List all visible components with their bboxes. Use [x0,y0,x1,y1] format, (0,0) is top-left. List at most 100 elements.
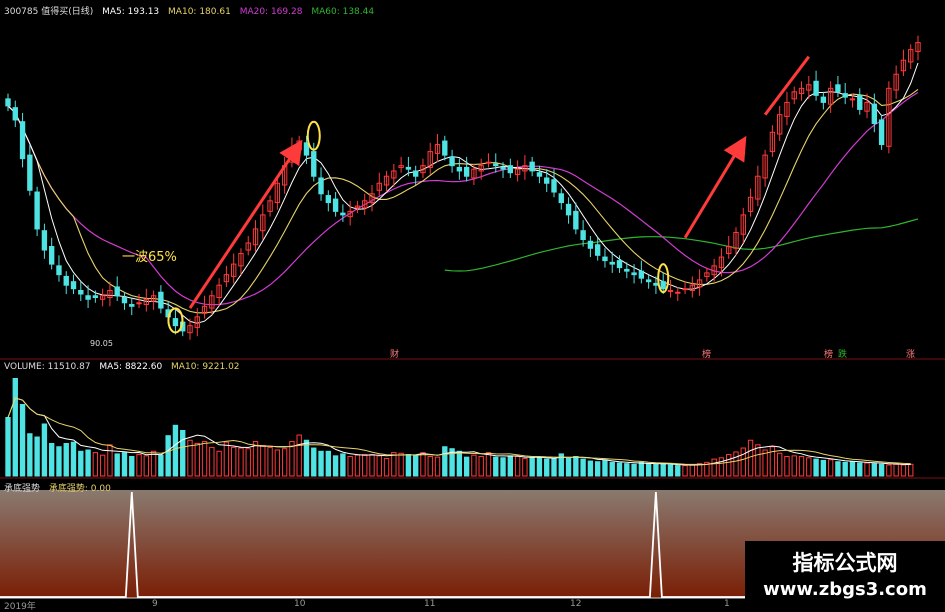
x-axis-label-1: 9 [152,599,158,609]
candle-body [85,295,91,300]
volume-bar [798,456,805,477]
volume-bar [56,446,62,477]
volume-bar [456,450,463,477]
volume-bar [442,446,448,477]
candle-body [136,302,142,305]
candle-body [675,291,681,294]
volume-bar [791,455,797,477]
volume-bar [70,441,77,477]
volume-bar [267,446,273,477]
main-header: 300785 值得买(日线) MA5: 193.13 MA10: 180.61 … [4,4,380,17]
volume-bar [391,452,397,477]
volume-header: VOLUME: 11510.87 MA5: 8822.60 MA10: 9221… [4,362,246,372]
volume-bar [114,453,120,477]
volume-bar [398,452,404,477]
candle-body [412,170,419,177]
volume-bar [864,462,870,477]
volume-bar [682,465,688,477]
volume-bar [485,452,492,477]
candle-body [544,177,550,184]
volume-bar [602,459,608,477]
ma60-line [444,218,919,272]
volume-bar [340,453,346,477]
volume-bar [718,457,725,477]
candle-body [551,179,557,193]
candle-body [682,288,688,291]
volume-bar [609,461,615,477]
volume-bar [696,463,703,477]
volume-bar [201,441,208,477]
volume-bar [92,452,99,477]
volume-bar [78,450,84,477]
candle-body [857,94,863,110]
volume-bar [740,447,746,477]
candle-body [573,210,579,230]
candle-body [41,230,48,251]
candle-body [602,256,608,262]
volume-bar [311,447,317,477]
candle-body [19,121,26,160]
x-axis-label-5: 1 [724,599,730,609]
volume-bar [303,439,310,477]
volume-bar [857,462,863,477]
volume-bar [594,461,601,477]
candle-body [405,166,412,170]
volume-bar [616,462,623,477]
volume-bar [63,443,69,477]
x-axis-label-4: 12 [570,599,582,609]
candle-body [318,177,324,195]
candle-body [616,260,623,269]
volume-bar [12,378,18,477]
volume-bar [493,456,499,477]
volume-bar [121,452,128,477]
volume-bar [638,461,645,477]
candle-body [485,161,492,164]
volume-bar [369,454,375,477]
indicator-value: 承底强势: 0.00 [48,484,111,494]
volume-ma10-label: MA10: 9221.02 [171,362,240,372]
candle-body [463,166,470,177]
ma60-label: MA60: 138.44 [311,7,375,17]
candle-body [311,151,317,177]
volume-bar [158,454,164,477]
volume-bar [689,464,696,477]
ma20-label: MA20: 169.28 [239,7,303,17]
main-panel [0,35,945,360]
candle-body [820,96,827,103]
volume-bar [318,450,324,477]
candle-body [871,103,878,124]
volume-panel [0,378,945,479]
candle-body [624,268,630,272]
candle-body [638,270,645,279]
candle-body [878,119,885,146]
volume-bar [544,458,550,477]
volume-bar [107,444,113,477]
candle-body [5,98,11,107]
volume-bar [747,439,754,477]
volume-bar [471,454,477,477]
volume-bar [434,456,441,477]
event-mark-2: 榜 [824,350,834,360]
candle-body [303,142,310,156]
candle-body [114,286,120,297]
volume-bar [99,454,106,477]
volume-bar [900,464,907,477]
indicator-header: 承底强势 承底强势: 0.00 [4,481,117,494]
candle-body [507,165,514,174]
volume-bar [478,456,484,477]
rise-arrow-2 [683,135,747,239]
candle-body [667,289,674,292]
candle-body [27,154,33,191]
volume-bar [645,463,652,477]
candle-body [565,203,572,216]
candle-body [12,107,18,121]
candle-body [92,295,99,299]
volume-bar [245,448,251,477]
volume-bar [136,454,142,477]
candle-body [835,84,841,93]
code-name-label: 300785 值得买(日线) [4,7,94,17]
volume-bar [412,454,419,477]
volume-bar [223,441,230,477]
stock-chart [0,35,945,599]
volume-bar [129,456,135,477]
